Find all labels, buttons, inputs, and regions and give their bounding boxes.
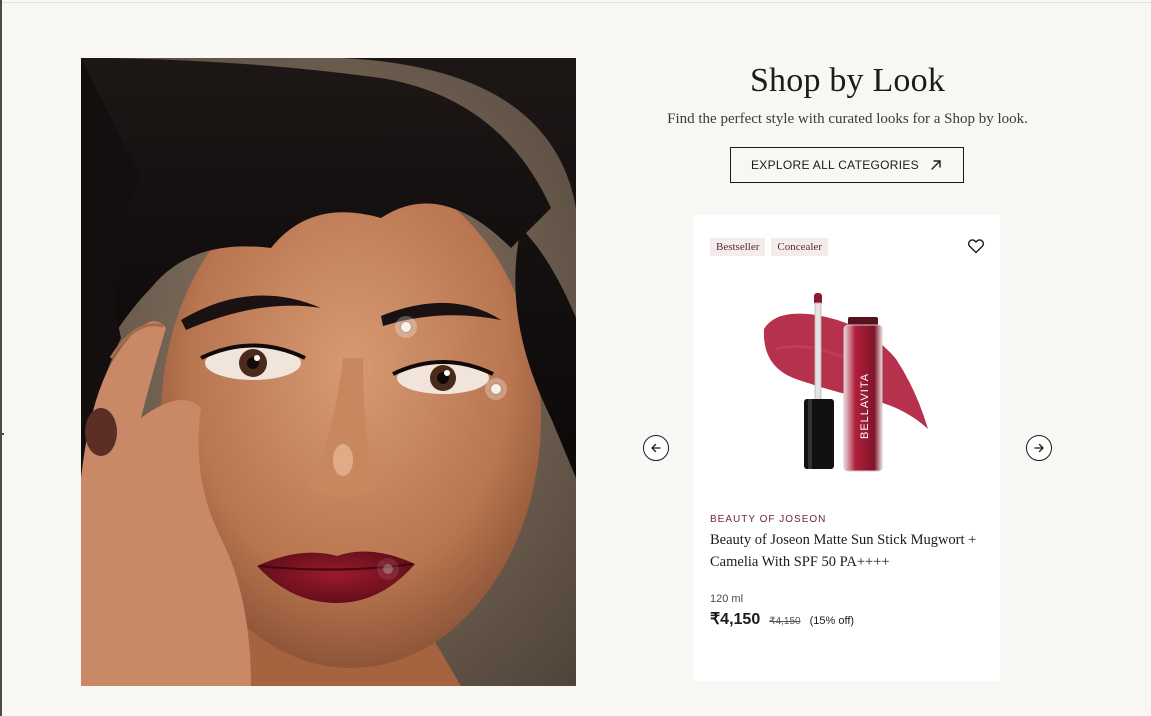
- arrow-right-icon: [1034, 443, 1044, 453]
- product-brand: BEAUTY OF JOSEON: [710, 514, 827, 525]
- tag-category: Concealer: [771, 238, 828, 256]
- product-card[interactable]: Bestseller Concealer BELLAVITA BEAUTY OF…: [694, 215, 1000, 681]
- product-mrp: ₹4,150: [769, 616, 801, 627]
- look-hotspot-eye[interactable]: [485, 378, 507, 400]
- heart-icon: [967, 239, 985, 254]
- explore-all-categories-button[interactable]: EXPLORE ALL CATEGORIES: [730, 147, 964, 183]
- arrow-left-icon: [651, 443, 661, 453]
- arrow-up-right-icon: [931, 160, 941, 170]
- explore-button-label: EXPLORE ALL CATEGORIES: [751, 158, 919, 172]
- left-edge-tick: [0, 433, 4, 435]
- carousel-next-button[interactable]: [1026, 435, 1052, 461]
- product-name[interactable]: Beauty of Joseon Matte Sun Stick Mugwort…: [710, 529, 988, 573]
- product-image-brand-text: BELLAVITA: [859, 373, 871, 439]
- price-row: ₹4,150 ₹4,150 (15% off): [710, 609, 854, 629]
- left-edge-border: [0, 0, 2, 716]
- tag-bestseller: Bestseller: [710, 238, 766, 256]
- product-discount: (15% off): [809, 615, 855, 627]
- product-tags: Bestseller Concealer: [710, 238, 828, 256]
- wishlist-button[interactable]: [967, 237, 985, 255]
- lipstick-product-illustration: BELLAVITA: [763, 293, 928, 472]
- product-volume: 120 ml: [710, 593, 744, 605]
- top-divider: [0, 2, 1151, 3]
- section-title: Shop by Look: [749, 62, 946, 99]
- section-subtitle: Find the perfect style with curated look…: [667, 111, 1028, 127]
- look-image: [81, 58, 576, 686]
- product-price: ₹4,150: [710, 611, 761, 628]
- carousel-prev-button[interactable]: [643, 435, 669, 461]
- look-hotspot-brow[interactable]: [395, 316, 417, 338]
- look-hotspot-lips[interactable]: [377, 558, 399, 580]
- look-portrait-illustration: [81, 58, 576, 686]
- product-image[interactable]: BELLAVITA: [756, 289, 928, 474]
